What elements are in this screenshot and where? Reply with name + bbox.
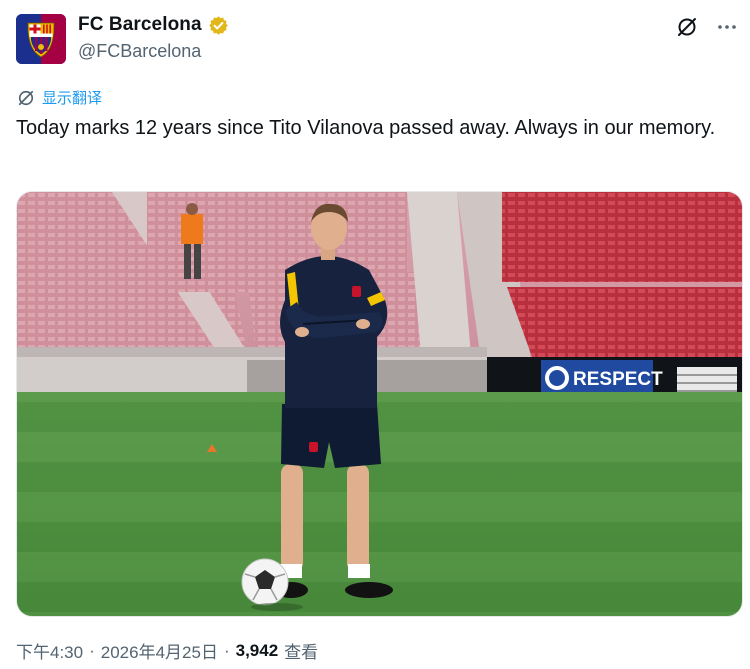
handle[interactable]: @FCBarcelona <box>78 41 201 62</box>
slashed-circle-icon <box>678 18 696 36</box>
grok-button[interactable] <box>674 14 700 40</box>
views-label: 查看 <box>284 643 319 662</box>
meta-separator: · <box>223 640 230 660</box>
more-dots-icon <box>718 25 736 29</box>
tweet-date[interactable]: 2026年4月25日 <box>101 638 218 663</box>
header-actions <box>674 14 740 40</box>
tweet-media-photo[interactable]: RESPECT <box>16 191 743 617</box>
views-count: 3,942 <box>235 640 279 660</box>
translate-label: 显示翻译 <box>42 90 103 107</box>
show-translation-link[interactable]: 显示翻译 <box>16 87 102 108</box>
meta-separator: · <box>89 640 95 660</box>
banner-text: RESPECT <box>573 369 663 390</box>
tweet-time[interactable]: 下午4:30 <box>16 638 83 663</box>
tweet-meta: 下午4:30 · 2026年4月25日 · 3,942 查看 <box>16 638 318 663</box>
fc-barcelona-crest-icon <box>16 14 66 64</box>
tweet-text: Today marks 12 years since Tito Vilanova… <box>16 117 716 139</box>
verified-gold-badge-icon <box>208 15 229 36</box>
more-button[interactable] <box>714 14 740 40</box>
display-name[interactable]: FC Barcelona <box>78 14 202 36</box>
tweet: FC Barcelona @FCBarcelona 显示翻译 Today mar… <box>0 0 750 669</box>
name-row[interactable]: FC Barcelona <box>78 14 229 36</box>
avatar[interactable] <box>16 14 66 64</box>
translate-icon <box>18 90 34 105</box>
stadium-photo: RESPECT <box>17 192 742 616</box>
